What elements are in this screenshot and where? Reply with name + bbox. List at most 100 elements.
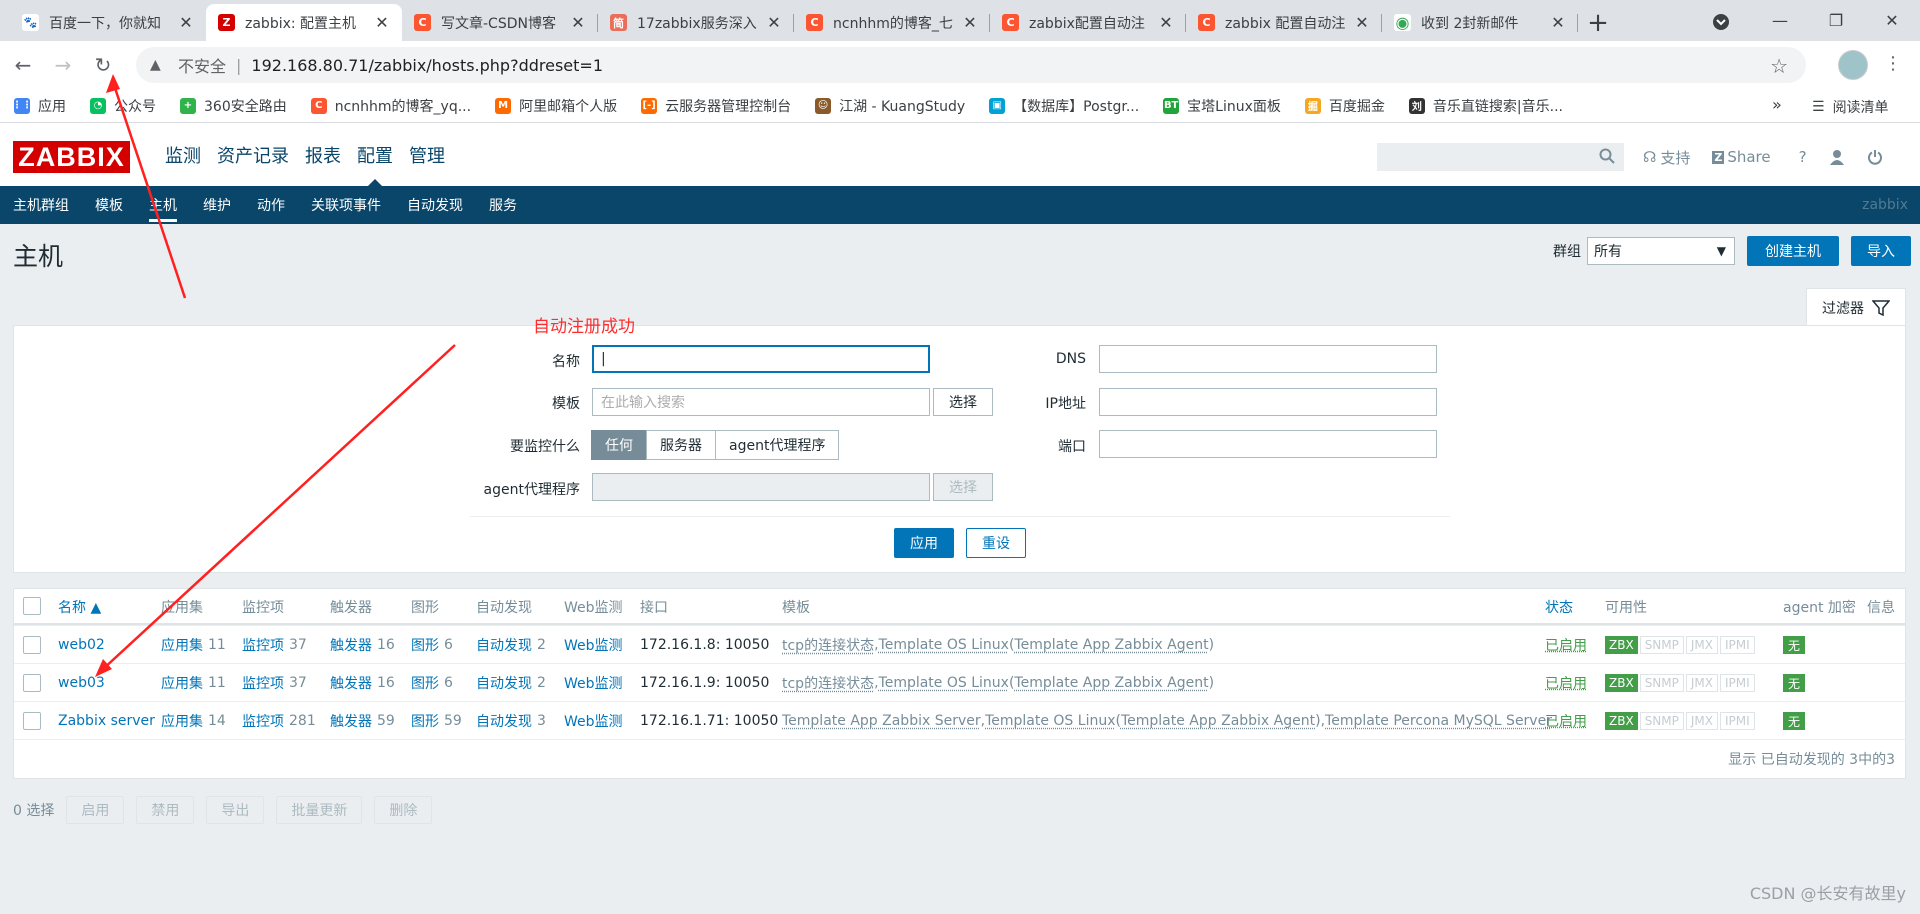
share-link[interactable]: Z Share xyxy=(1712,148,1771,166)
browser-tab[interactable]: Zzabbix: 配置主机 ✕ xyxy=(206,4,402,41)
browser-tab[interactable]: Czabbix 配置自动注 ✕ xyxy=(1186,4,1382,41)
template-link[interactable]: Template App Zabbix Agent xyxy=(1121,713,1315,729)
tab-close-icon[interactable]: ✕ xyxy=(178,13,194,32)
url-text[interactable]: 192.168.80.71/zabbix/hosts.php?ddreset=1 xyxy=(251,56,603,75)
bookmark-item[interactable]: ◔ 公众号 xyxy=(90,96,156,116)
filter-tab[interactable]: 过滤器 xyxy=(1806,288,1906,326)
logout-power-icon[interactable] xyxy=(1867,149,1883,165)
graphs-link[interactable]: 图形 xyxy=(411,635,439,655)
triggers-link[interactable]: 触发器 xyxy=(330,635,372,655)
status-link[interactable]: 已启用 xyxy=(1545,673,1587,693)
apps-link[interactable]: 应用集 xyxy=(161,711,203,731)
sub-menu-item[interactable]: 主机群组 xyxy=(13,186,69,224)
filter-reset-button[interactable]: 重设 xyxy=(966,528,1026,558)
back-button[interactable]: ← xyxy=(6,48,40,82)
sub-menu-item[interactable]: 模板 xyxy=(95,186,123,224)
maximize-button[interactable]: ❐ xyxy=(1808,0,1864,41)
monitored-by-option[interactable]: 任何 xyxy=(591,430,647,460)
host-name-link[interactable]: web03 xyxy=(58,675,105,691)
bookmark-item[interactable]: ⋮⋮ 应用 xyxy=(12,96,66,116)
bookmark-item[interactable]: ▣ 【数据库】Postgr... xyxy=(989,96,1139,116)
support-link[interactable]: ☊ 支持 xyxy=(1643,147,1690,168)
monitored-by-option[interactable]: 服务器 xyxy=(646,430,716,460)
tab-close-icon[interactable]: ✕ xyxy=(1550,13,1566,32)
template-link[interactable]: tcp的连接状态 xyxy=(782,635,874,655)
bookmark-item[interactable]: BT 宝塔Linux面板 xyxy=(1163,96,1281,116)
web-scenarios-link[interactable]: Web监测 xyxy=(564,673,623,693)
help-link[interactable]: ? xyxy=(1799,148,1807,166)
template-link[interactable]: Template OS Linux xyxy=(879,675,1009,691)
triggers-link[interactable]: 触发器 xyxy=(330,673,372,693)
tab-search-button[interactable] xyxy=(1708,9,1734,35)
bookmark-item[interactable]: 刘音乐直链搜索|音乐... xyxy=(1408,96,1563,116)
bookmark-item[interactable]: Cncnhhm的博客_yq... xyxy=(310,96,471,116)
tab-close-icon[interactable]: ✕ xyxy=(1354,13,1370,32)
main-menu-item[interactable]: 管理 xyxy=(401,123,453,186)
column-status-header[interactable]: 状态 xyxy=(1545,589,1573,624)
triggers-link[interactable]: 触发器 xyxy=(330,711,372,731)
close-window-button[interactable]: ✕ xyxy=(1864,0,1920,41)
import-button[interactable]: 导入 xyxy=(1851,236,1911,266)
omnibox[interactable]: ▲ 不安全 | 192.168.80.71/zabbix/hosts.php?d… xyxy=(136,47,1806,83)
zabbix-logo[interactable]: ZABBIX xyxy=(13,141,130,173)
bookmark-item[interactable]: ☺ 江湖 - KuangStudy xyxy=(815,96,965,116)
template-link[interactable]: Template OS Linux xyxy=(879,637,1009,653)
items-link[interactable]: 监控项 xyxy=(242,673,284,693)
reload-button[interactable]: ↻ xyxy=(86,48,120,82)
browser-tab[interactable]: ◉ 收到 2封新邮件 ✕ xyxy=(1382,4,1578,41)
select-all-checkbox[interactable] xyxy=(23,597,41,615)
browser-tab[interactable]: 简 17zabbix服务深入 ✕ xyxy=(598,4,794,41)
bookmark-star-icon[interactable]: ☆ xyxy=(1770,54,1788,78)
sub-menu-item[interactable]: 维护 xyxy=(203,186,231,224)
tab-close-icon[interactable]: ✕ xyxy=(962,13,978,32)
browser-tab[interactable]: Czabbix配置自动注 ✕ xyxy=(990,4,1186,41)
row-checkbox[interactable] xyxy=(23,636,41,654)
items-link[interactable]: 监控项 xyxy=(242,711,284,731)
graphs-link[interactable]: 图形 xyxy=(411,673,439,693)
status-link[interactable]: 已启用 xyxy=(1545,711,1587,731)
column-name-header[interactable]: 名称 ▲ xyxy=(58,589,101,624)
user-profile-icon[interactable] xyxy=(1829,149,1845,165)
browser-tab[interactable]: 🐾 百度一下，你就知 ✕ xyxy=(10,4,206,41)
bookmark-item[interactable]: +360安全路由 xyxy=(180,96,287,116)
apps-link[interactable]: 应用集 xyxy=(161,673,203,693)
discovery-link[interactable]: 自动发现 xyxy=(476,711,532,731)
web-scenarios-link[interactable]: Web监测 xyxy=(564,711,623,731)
filter-ip-input[interactable] xyxy=(1099,388,1437,416)
tab-close-icon[interactable]: ✕ xyxy=(766,13,782,32)
filter-template-input[interactable]: 在此输入搜索 xyxy=(592,388,930,416)
tab-close-icon[interactable]: ✕ xyxy=(374,13,390,32)
monitored-by-option[interactable]: agent代理程序 xyxy=(715,430,840,460)
sub-menu-item[interactable]: 动作 xyxy=(257,186,285,224)
tab-close-icon[interactable]: ✕ xyxy=(1158,13,1174,32)
bookmark-item[interactable]: 掘百度掘金 xyxy=(1304,96,1385,116)
filter-dns-input[interactable] xyxy=(1099,345,1437,373)
browser-tab[interactable]: Cncnhhm的博客_七 ✕ xyxy=(794,4,990,41)
discovery-link[interactable]: 自动发现 xyxy=(476,673,532,693)
graphs-link[interactable]: 图形 xyxy=(411,711,439,731)
main-menu-item[interactable]: 资产记录 xyxy=(209,123,297,186)
sub-menu-item[interactable]: 主机 xyxy=(149,186,177,224)
status-link[interactable]: 已启用 xyxy=(1545,635,1587,655)
web-scenarios-link[interactable]: Web监测 xyxy=(564,635,623,655)
browser-tab[interactable]: C 写文章-CSDN博客 ✕ xyxy=(402,4,598,41)
new-tab-button[interactable]: + xyxy=(1578,4,1618,41)
host-name-link[interactable]: Zabbix server xyxy=(58,713,155,729)
reading-list-button[interactable]: ☰ 阅读清单 xyxy=(1812,97,1889,117)
filter-port-input[interactable] xyxy=(1099,430,1437,458)
template-link[interactable]: Template App Zabbix Agent xyxy=(1014,637,1208,653)
apps-link[interactable]: 应用集 xyxy=(161,635,203,655)
items-link[interactable]: 监控项 xyxy=(242,635,284,655)
create-host-button[interactable]: 创建主机 xyxy=(1747,236,1839,266)
template-link[interactable]: Template App Zabbix Agent xyxy=(1014,675,1208,691)
discovery-link[interactable]: 自动发现 xyxy=(476,635,532,655)
profile-avatar[interactable] xyxy=(1838,50,1868,80)
host-name-link[interactable]: web02 xyxy=(58,637,105,653)
template-link[interactable]: Template App Zabbix Server xyxy=(782,713,981,729)
row-checkbox[interactable] xyxy=(23,712,41,730)
main-menu-item[interactable]: 配置 xyxy=(349,123,401,186)
filter-apply-button[interactable]: 应用 xyxy=(894,528,954,558)
filter-name-input[interactable]: | xyxy=(592,345,930,373)
main-menu-item[interactable]: 监测 xyxy=(157,123,209,186)
row-checkbox[interactable] xyxy=(23,674,41,692)
